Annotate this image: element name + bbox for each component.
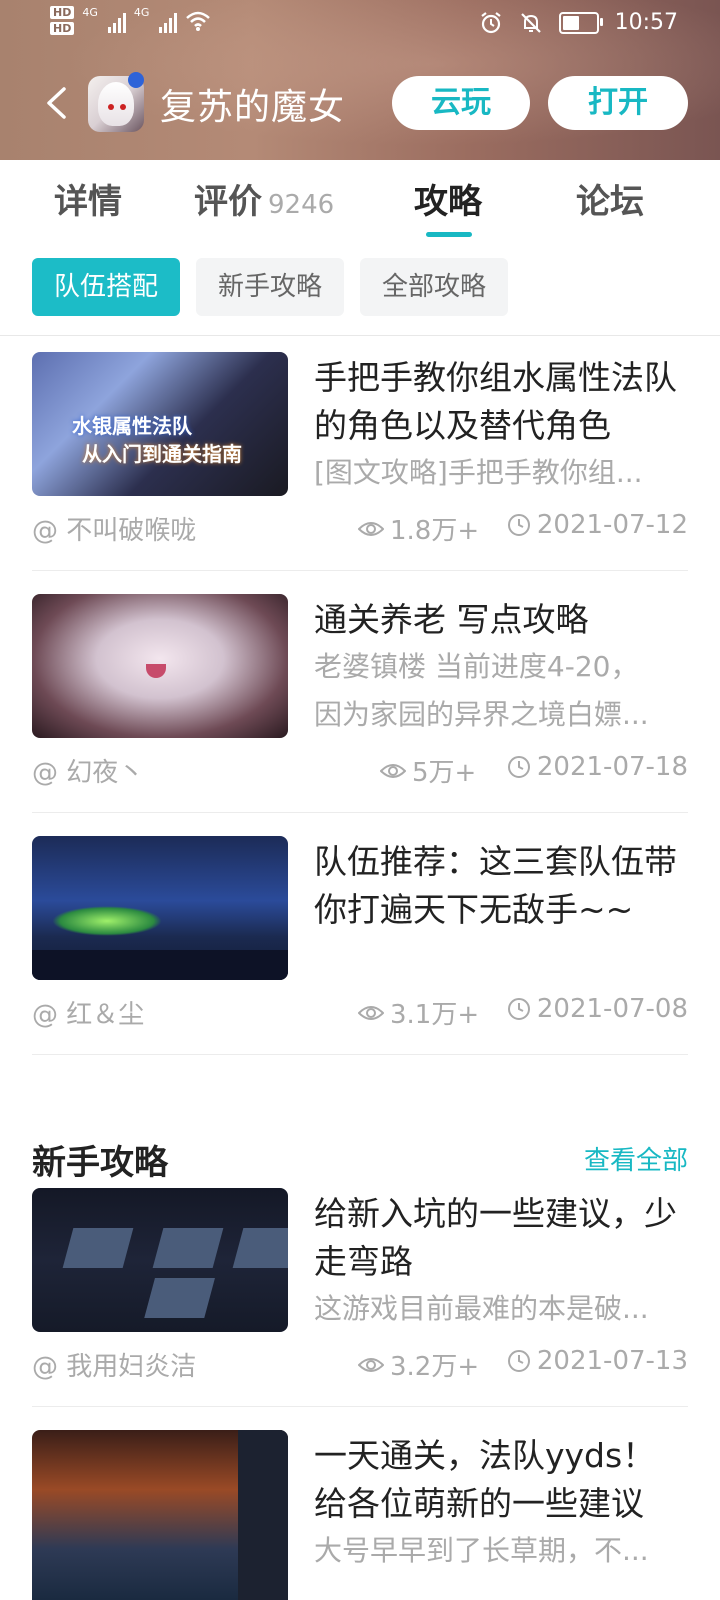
- article-item[interactable]: 给新入坑的一些建议，少走弯路 这游戏目前最难的本是破... @ 我用妇炎洁 3.…: [32, 1188, 688, 1388]
- article-meta: @ 幻夜丶 5万+ 2021-07-18: [32, 752, 688, 788]
- battery-icon: [558, 11, 603, 34]
- article-desc: 因为家园的异界之境白嫖...: [314, 698, 649, 731]
- tab-guides[interactable]: 攻略: [414, 174, 482, 223]
- active-tab-indicator: [426, 232, 472, 237]
- thumbnail-caption: 水银属性法队: [72, 414, 192, 438]
- clock-icon: [507, 756, 530, 778]
- article-views: 1.8万+: [358, 510, 479, 547]
- article-title: 一天通关，法队yyds！给各位萌新的一些建议: [314, 1436, 656, 1523]
- chip-all-guides[interactable]: 全部攻略: [360, 258, 509, 316]
- divider: [0, 335, 720, 336]
- date-text: 2021-07-12: [536, 510, 688, 540]
- hd-badge-2: HD: [50, 22, 75, 35]
- article-date: 2021-07-13: [507, 1346, 688, 1376]
- tab-reviews[interactable]: 评价 9246: [194, 174, 334, 223]
- article-date: 2021-07-12: [507, 510, 688, 540]
- network-type-2: 4G: [133, 6, 150, 19]
- article-item[interactable]: 水银属性法队 从入门到通关指南 手把手教你组水属性法队的角色以及替代角色 [图文…: [32, 352, 688, 552]
- see-all-link[interactable]: 查看全部: [584, 1140, 688, 1177]
- app-title: 复苏的魔女: [160, 87, 346, 128]
- cloud-play-button[interactable]: 云玩: [392, 76, 530, 130]
- article-title: 手把手教你组水属性法队的角色以及替代角色: [314, 358, 677, 445]
- article-meta: @ 红＆尘 3.1万+ 2021-07-08: [32, 994, 688, 1030]
- tab-reviews-label: 评价: [194, 182, 262, 222]
- date-text: 2021-07-08: [536, 994, 688, 1024]
- article-thumbnail: [32, 1430, 288, 1600]
- app-header: HD HD 4G 4G 10:57 复苏的魔女 云玩 打开: [0, 0, 720, 160]
- article-thumbnail: [32, 1188, 288, 1332]
- tab-guides-label: 攻略: [414, 182, 482, 222]
- app-badge-icon: [128, 72, 144, 88]
- alarm-icon: [480, 11, 501, 33]
- article-item[interactable]: 队伍推荐：这三套队伍带你打遍天下无敌手~~ @ 红＆尘 3.1万+ 2021-0…: [32, 836, 688, 1036]
- network-type-1: 4G: [82, 6, 98, 19]
- article-desc: 大号早早到了长草期，不...: [314, 1534, 649, 1567]
- eye-icon: [358, 1357, 384, 1372]
- tab-forum[interactable]: 论坛: [576, 174, 644, 223]
- article-item[interactable]: 一天通关，法队yyds！给各位萌新的一些建议 大号早早到了长草期，不...: [32, 1430, 688, 1600]
- article-desc: [图文攻略]手把手教你组...: [314, 456, 643, 489]
- hd-badge-1: HD: [50, 6, 75, 19]
- hd-badges: HD HD: [50, 6, 75, 35]
- views-count: 5万+: [412, 758, 477, 788]
- article-item[interactable]: 通关养老 写点攻略 老婆镇楼 当前进度4-20， 因为家园的异界之境白嫖... …: [32, 594, 688, 794]
- signal-icon: [107, 9, 126, 33]
- article-date: 2021-07-18: [507, 752, 688, 782]
- article-desc: 老婆镇楼 当前进度4-20，: [314, 650, 639, 683]
- divider: [32, 1054, 688, 1055]
- article-author[interactable]: @ 红＆尘: [32, 994, 144, 1031]
- article-title: 队伍推荐：这三套队伍带你打遍天下无敌手~~: [314, 842, 677, 929]
- article-author[interactable]: @ 幻夜丶: [32, 752, 144, 789]
- open-button[interactable]: 打开: [548, 76, 688, 130]
- date-text: 2021-07-13: [536, 1346, 688, 1376]
- thumbnail-caption: 从入门到通关指南: [82, 442, 242, 466]
- article-desc: 这游戏目前最难的本是破...: [314, 1292, 649, 1325]
- eye-icon: [358, 521, 384, 536]
- chip-newbie-guide[interactable]: 新手攻略: [196, 258, 345, 316]
- divider: [32, 1406, 688, 1407]
- mute-bell-icon: [520, 12, 541, 33]
- tab-reviews-count: 9246: [268, 190, 335, 220]
- views-count: 1.8万+: [390, 516, 480, 546]
- clock: 10:57: [614, 10, 678, 35]
- clock-icon: [507, 998, 530, 1020]
- article-thumbnail: [32, 594, 288, 738]
- article-thumbnail: [32, 836, 288, 980]
- status-bar: HD HD 4G 4G 10:57: [0, 0, 720, 48]
- tab-bar: 详情 评价 9246 攻略 论坛: [0, 160, 720, 240]
- article-author[interactable]: @ 我用妇炎洁: [32, 1346, 196, 1383]
- article-title: 通关养老 写点攻略: [314, 600, 589, 639]
- views-count: 3.2万+: [390, 1352, 480, 1382]
- article-title: 给新入坑的一些建议，少走弯路: [314, 1194, 677, 1281]
- app-nav: 复苏的魔女 云玩 打开: [0, 72, 720, 136]
- article-thumbnail: 水银属性法队 从入门到通关指南: [32, 352, 288, 496]
- back-icon[interactable]: [44, 86, 68, 120]
- date-text: 2021-07-18: [536, 752, 688, 782]
- wifi-icon: [186, 11, 211, 31]
- article-views: 3.1万+: [358, 994, 479, 1031]
- status-left: HD HD 4G 4G: [50, 6, 211, 35]
- status-right: 10:57: [479, 10, 678, 35]
- article-views: 5万+: [380, 752, 476, 789]
- views-count: 3.1万+: [390, 1000, 480, 1030]
- clock-icon: [507, 514, 530, 536]
- tab-forum-label: 论坛: [576, 182, 644, 222]
- divider: [32, 812, 688, 813]
- signal-icon-2: [159, 9, 178, 33]
- eye-icon: [380, 763, 406, 778]
- article-date: 2021-07-08: [507, 994, 688, 1024]
- article-meta: @ 不叫破喉咙 1.8万+ 2021-07-12: [32, 510, 688, 546]
- article-author[interactable]: @ 不叫破喉咙: [32, 510, 196, 547]
- tab-details-label: 详情: [54, 182, 122, 222]
- eye-icon: [358, 1005, 384, 1020]
- divider: [32, 570, 688, 571]
- chip-team-build[interactable]: 队伍搭配: [32, 258, 181, 316]
- filter-chips: 队伍搭配 新手攻略 全部攻略: [32, 258, 509, 316]
- article-meta: @ 我用妇炎洁 3.2万+ 2021-07-13: [32, 1346, 688, 1382]
- article-views: 3.2万+: [358, 1346, 479, 1383]
- section-title: 新手攻略: [32, 1143, 168, 1183]
- clock-icon: [507, 1350, 530, 1372]
- tab-details[interactable]: 详情: [54, 174, 122, 223]
